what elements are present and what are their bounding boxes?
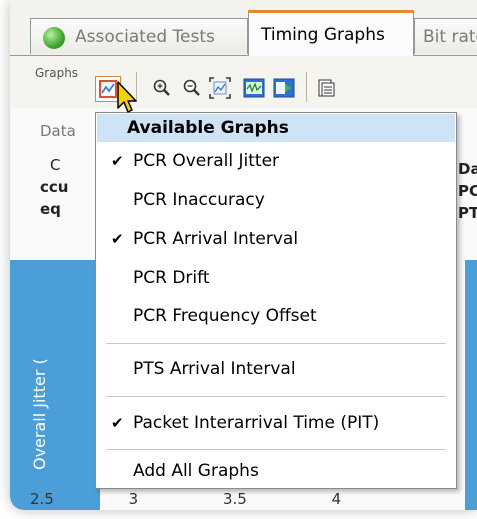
checkmark-icon: ✔ (111, 152, 124, 170)
graphs-toolbar: Graphs (10, 56, 477, 108)
fit-view-button[interactable] (208, 76, 232, 100)
menu-item-pcr-arrival-interval[interactable]: ✔ PCR Arrival Interval (97, 222, 455, 256)
background-label: PT (458, 204, 477, 222)
x-axis-ticks: 2.5 3 3.5 4 (30, 490, 341, 508)
status-ok-icon (43, 27, 65, 49)
menu-item-packet-interarrival-time[interactable]: ✔ Packet Interarrival Time (PIT) (97, 406, 455, 440)
zoom-out-button[interactable] (180, 76, 204, 100)
menu-separator (106, 449, 446, 450)
toolbar-separator (306, 72, 307, 102)
zoom-in-button[interactable] (150, 76, 174, 100)
background-label: C (50, 156, 61, 174)
background-label: PC (458, 182, 477, 200)
tab-associated-tests[interactable]: Associated Tests (30, 18, 248, 54)
data-label: Data (40, 122, 76, 140)
menu-item-label: Packet Interarrival Time (PIT) (133, 413, 380, 433)
tab-bit-rate[interactable]: Bit rate (414, 18, 477, 54)
x-tick: 3.5 (222, 490, 247, 508)
graphs-label: Graphs (35, 66, 79, 80)
zoom-in-icon (153, 79, 170, 96)
chart-edge (465, 260, 477, 510)
grid-icon (243, 78, 265, 98)
menu-separator (106, 396, 446, 397)
tab-label: Associated Tests (75, 27, 215, 47)
next-graph-button[interactable] (272, 76, 296, 100)
menu-item-pcr-drift[interactable]: PCR Drift (97, 261, 455, 295)
chart-axis-area (10, 260, 100, 510)
tab-timing-graphs[interactable]: Timing Graphs (248, 10, 414, 56)
menu-item-label: PCR Overall Jitter (133, 151, 280, 171)
menu-item-label: PCR Inaccuracy (133, 190, 265, 210)
checkmark-icon: ✔ (111, 414, 124, 432)
menu-item-pcr-frequency-offset[interactable]: PCR Frequency Offset (97, 299, 455, 333)
x-tick: 3 (128, 490, 139, 508)
menu-header: Available Graphs (97, 114, 455, 142)
menu-item-pts-arrival-interval[interactable]: PTS Arrival Interval (97, 352, 455, 386)
export-button[interactable] (316, 76, 340, 100)
tab-label: Timing Graphs (261, 25, 385, 45)
menu-item-label: Add All Graphs (133, 461, 259, 481)
background-label: Da (458, 160, 477, 178)
tab-strip: Associated Tests Timing Graphs Bit rate (10, 0, 477, 56)
menu-item-label: PTS Arrival Interval (133, 359, 296, 379)
next-icon (273, 78, 295, 98)
zoom-out-icon (183, 79, 200, 96)
menu-item-pcr-overall-jitter[interactable]: ✔ PCR Overall Jitter (97, 144, 455, 178)
background-label: eq (40, 200, 61, 218)
menu-item-label: PCR Frequency Offset (133, 306, 317, 326)
available-graphs-menu: Available Graphs ✔ PCR Overall Jitter PC… (95, 112, 457, 489)
export-icon (318, 79, 335, 97)
menu-item-label: PCR Drift (133, 268, 210, 288)
x-tick: 2.5 (30, 490, 54, 508)
menu-separator (106, 343, 446, 344)
grid-button[interactable] (242, 76, 266, 100)
fit-view-icon (209, 77, 231, 99)
graph-select-icon (99, 80, 117, 98)
mouse-pointer-icon (117, 81, 137, 113)
tab-label: Bit rate (423, 27, 477, 47)
x-tick: 4 (331, 490, 342, 508)
menu-item-label: PCR Arrival Interval (133, 229, 299, 249)
y-axis-label: Overall Jitter ( (30, 358, 49, 470)
menu-item-pcr-inaccuracy[interactable]: PCR Inaccuracy (97, 183, 455, 217)
background-label: ccu (40, 178, 69, 196)
checkmark-icon: ✔ (111, 230, 124, 248)
menu-item-add-all-graphs[interactable]: Add All Graphs (97, 454, 455, 488)
